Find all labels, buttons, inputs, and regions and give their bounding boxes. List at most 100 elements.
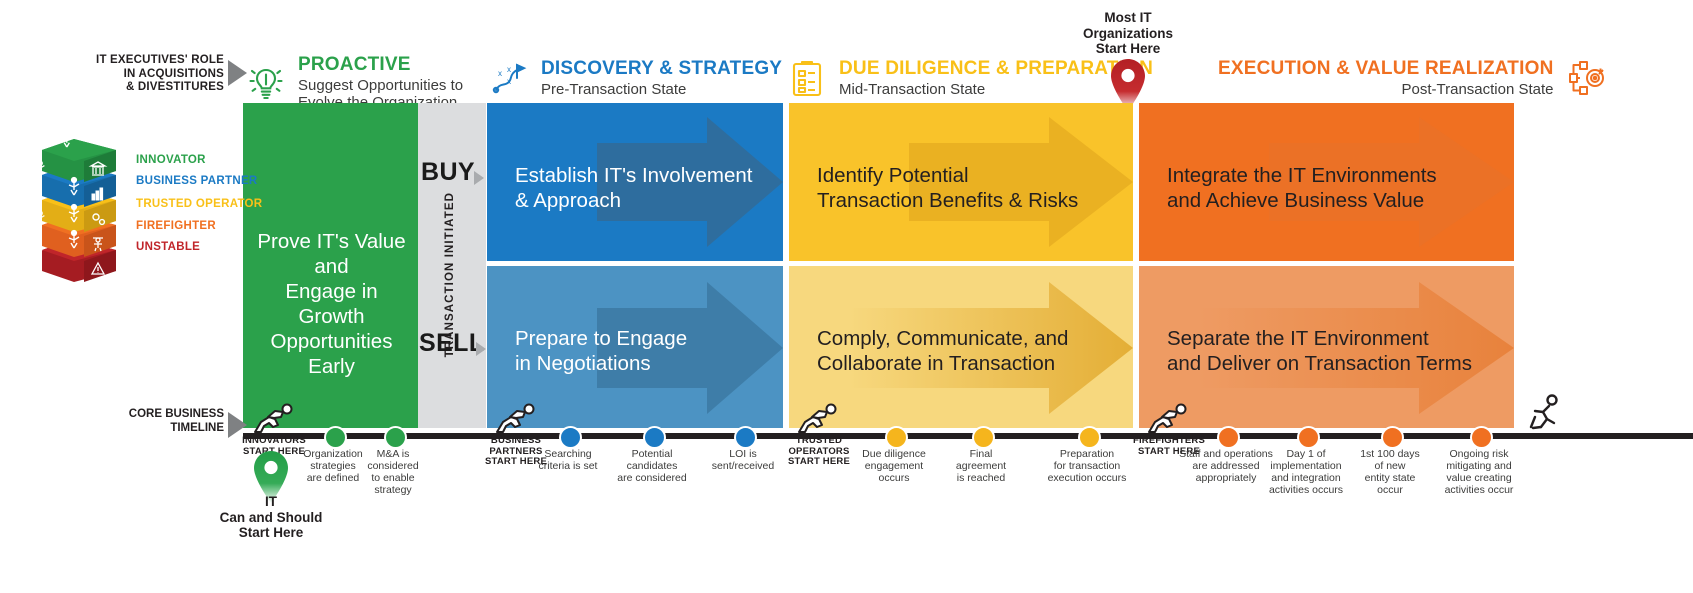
milestone-m4-line-1: Potential: [631, 448, 673, 460]
maturity-legend-innovator: INNOVATOR: [136, 154, 206, 166]
sell-arrow-icon: [476, 342, 486, 356]
milestone-m11-line-2: of new: [1374, 460, 1406, 472]
milestone-m12-line-2: mitigating and: [1446, 460, 1512, 472]
milestone-m8-line-1: Preparation: [1059, 448, 1115, 460]
it-executives-role-label: IT EXECUTIVES' ROLE IN ACQUISITIONS & DI…: [96, 54, 224, 95]
milestone-dot-m1[interactable]: [324, 426, 347, 449]
milestone-dot-m7[interactable]: [972, 426, 995, 449]
phase-header-execution: EXECUTION & VALUE REALIZATION Post-Trans…: [1218, 56, 1608, 100]
most-it-line-1: Most IT: [1104, 10, 1152, 25]
block-buy-duediligence-line-2: Transaction Benefits & Risks: [817, 189, 1079, 212]
milestone-m7-line-1: Final: [969, 448, 993, 460]
buy-label: BUY: [421, 158, 475, 186]
phase-title-proactive: PROACTIVE: [298, 54, 411, 75]
svg-text:x: x: [507, 77, 511, 86]
block-buy-discovery-line-1: Establish IT's Involvement: [515, 164, 753, 187]
block-buy-discovery[interactable]: Establish IT's Involvement & Approach: [487, 103, 783, 261]
block-sell-execution-line-1: Separate the IT Environment: [1167, 327, 1429, 350]
most-it-orgs-caption: Most IT Organizations Start Here: [1053, 10, 1203, 57]
block-proactive-line-1: Prove IT's Value and: [257, 230, 406, 278]
strategy-path-icon: xxx: [487, 56, 531, 100]
core-business-timeline-label: CORE BUSINESS TIMELINE: [96, 408, 224, 435]
block-buy-duediligence-line-1: Identify Potential: [817, 164, 969, 187]
milestone-m2-line-2: considered: [367, 460, 419, 472]
runner-icon-innovators: [250, 396, 296, 436]
milestone-label-m11: 1st 100 days of new entity state occur: [1340, 448, 1440, 496]
milestone-dot-m12[interactable]: [1470, 426, 1493, 449]
milestone-dot-m6[interactable]: [885, 426, 908, 449]
milestone-dot-m4[interactable]: [643, 426, 666, 449]
milestone-m2-line-3: to enable: [371, 472, 415, 484]
milestone-m12-line-1: Ongoing risk: [1449, 448, 1509, 460]
milestone-m6-line-1: Due diligence: [862, 448, 926, 460]
milestone-m11-line-4: occur: [1377, 484, 1403, 496]
milestone-dot-m10[interactable]: [1297, 426, 1320, 449]
role-line-2: IN ACQUISITIONS: [123, 67, 224, 80]
milestone-m4-line-3: are considered: [617, 472, 687, 484]
maturity-legend-business-partner: BUSINESS PARTNER: [136, 175, 258, 187]
target-network-icon: [1564, 56, 1608, 100]
block-sell-discovery-line-2: in Negotiations: [515, 352, 651, 375]
transaction-initiated-label: TRANSACTION INITIATED: [444, 192, 456, 358]
maturity-legend-trusted-operator: TRUSTED OPERATOR: [136, 198, 263, 210]
phase-title-discovery: DISCOVERY & STRATEGY: [541, 57, 783, 79]
block-proactive[interactable]: Prove IT's Value and Engage in Growth Op…: [243, 103, 418, 428]
runner-to-line-1: TRUSTED: [795, 435, 843, 446]
block-sell-duediligence-line-1: Comply, Communicate, and: [817, 327, 1069, 350]
clipboard-checklist-icon: [785, 56, 829, 100]
milestone-m2-line-1: M&A is: [376, 448, 410, 460]
maturity-legend-firefighter: FIREFIGHTER: [136, 220, 216, 232]
milestone-label-m5: LOI is sent/received: [693, 448, 793, 472]
block-sell-duediligence-line-2: Collaborate in Transaction: [817, 352, 1056, 375]
phase-subtitle-duediligence: Mid-Transaction State: [839, 80, 986, 98]
it-start-line-1: IT: [265, 494, 277, 509]
milestone-m7-line-2: agreement: [955, 460, 1007, 472]
block-sell-discovery-line-1: Prepare to Engage: [515, 327, 688, 350]
milestone-dot-m2[interactable]: [384, 426, 407, 449]
runner-ff-line-1: FIREFIGHTERS: [1132, 435, 1206, 446]
maturity-legend-unstable: UNSTABLE: [136, 241, 201, 253]
milestone-m2-line-4: strategy: [374, 484, 412, 496]
milestone-m6-line-3: occurs: [878, 472, 910, 484]
milestone-m8-line-3: execution occurs: [1047, 472, 1127, 484]
phase-subtitle-discovery: Pre-Transaction State: [541, 80, 687, 98]
role-line-1: IT EXECUTIVES' ROLE: [96, 54, 224, 66]
milestone-m4-line-2: candidates: [626, 460, 678, 472]
maturity-stack-illustration: [24, 122, 134, 297]
milestone-m11-line-3: entity state: [1364, 472, 1416, 484]
block-proactive-line-3: Opportunities Early: [270, 330, 393, 378]
phase-subtitle-execution: Post-Transaction State: [1401, 80, 1554, 98]
milestone-m5-line-2: sent/received: [711, 460, 775, 472]
block-buy-discovery-line-2: & Approach: [515, 189, 621, 212]
milestone-m7-line-3: is reached: [956, 472, 1006, 484]
milestone-dot-m9[interactable]: [1217, 426, 1240, 449]
it-start-line-2: Can and Should: [219, 509, 323, 525]
svg-text:x: x: [498, 69, 502, 78]
milestone-dot-m3[interactable]: [559, 426, 582, 449]
phase-title-duediligence: DUE DILIGENCE & PREPARATION: [839, 57, 1153, 79]
most-it-line-2: Organizations: [1082, 25, 1173, 41]
phase-title-execution: EXECUTION & VALUE REALIZATION: [1218, 57, 1554, 79]
milestone-dot-m8[interactable]: [1078, 426, 1101, 449]
block-buy-execution-line-1: Integrate the IT Environments: [1167, 164, 1437, 187]
milestone-m6-line-2: engagement: [864, 460, 924, 472]
lightbulb-icon: [244, 61, 288, 105]
milestone-label-m6: Due diligence engagement occurs: [844, 448, 944, 484]
role-line-3: & DIVESTITURES: [125, 81, 224, 93]
milestone-dot-m11[interactable]: [1381, 426, 1404, 449]
block-proactive-line-2: Engage in Growth: [285, 280, 378, 328]
milestone-m8-line-2: for transaction: [1053, 460, 1121, 472]
block-buy-execution-line-2: and Achieve Business Value: [1167, 189, 1425, 212]
block-sell-execution[interactable]: Separate the IT Environment and Deliver …: [1139, 266, 1514, 428]
milestone-label-m8: Preparation for transaction execution occu…: [1037, 448, 1137, 484]
block-buy-duediligence[interactable]: Identify Potential Transaction Benefits …: [789, 103, 1133, 261]
milestone-label-m4: Potential candidates are considered: [602, 448, 702, 484]
milestone-label-m2: M&A is considered to enable strategy: [343, 448, 443, 496]
milestone-m5-line-1: LOI is: [729, 448, 757, 460]
most-it-line-3: Start Here: [1095, 41, 1161, 56]
core-label-line-1: CORE BUSINESS: [128, 408, 224, 420]
block-sell-duediligence[interactable]: Comply, Communicate, and Collaborate in …: [789, 266, 1133, 428]
block-buy-execution[interactable]: Integrate the IT Environments and Achiev…: [1139, 103, 1514, 261]
milestone-dot-m5[interactable]: [734, 426, 757, 449]
runner-icon-end: [1519, 392, 1565, 432]
